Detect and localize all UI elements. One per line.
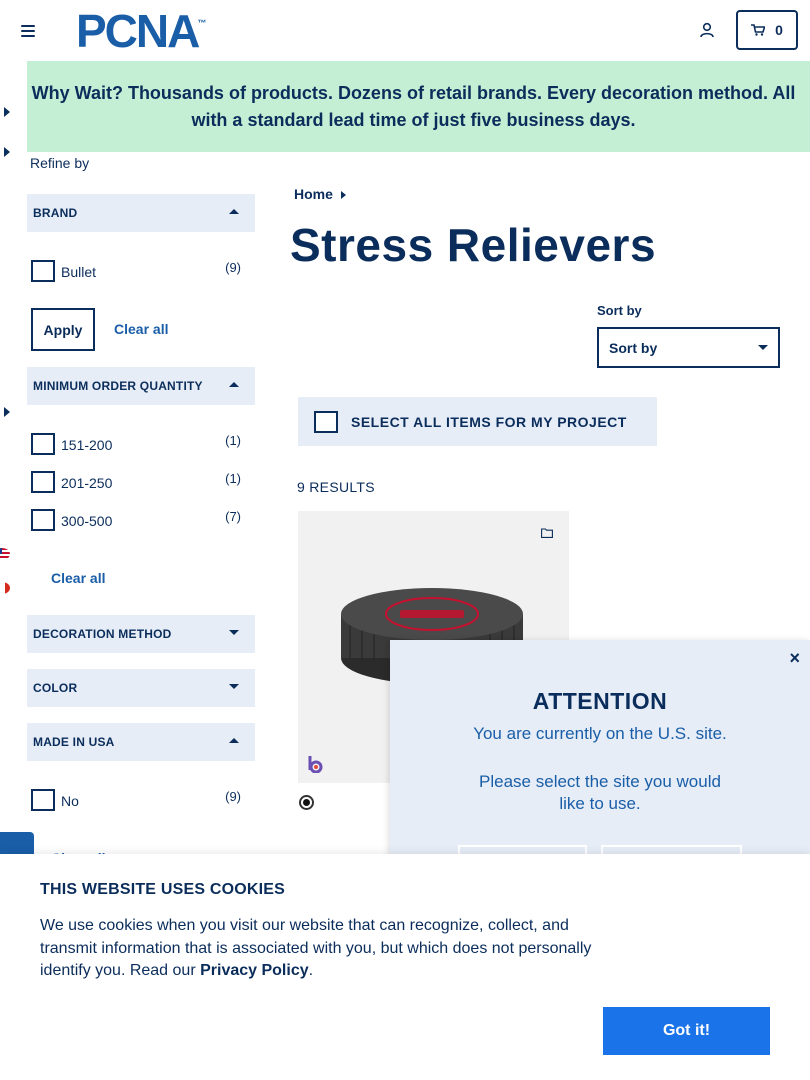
us-flag-icon[interactable] (0, 548, 10, 560)
got-it-button[interactable]: Got it! (603, 1007, 770, 1055)
canada-flag-icon[interactable] (0, 582, 10, 594)
facet-option-count: (9) (225, 789, 241, 804)
edge-arrow-icon[interactable] (4, 107, 10, 117)
facet-option[interactable]: 201-250 (1) (31, 471, 241, 495)
facet-header-decoration[interactable]: DECORATION METHOD (27, 615, 255, 653)
pcna-logo[interactable]: PCNA ™ (76, 5, 206, 57)
caret-down-icon (229, 684, 239, 689)
sort-selected-value: Sort by (609, 340, 658, 356)
promo-banner: Why Wait? Thousands of products. Dozens … (27, 61, 810, 152)
edge-arrow-icon[interactable] (4, 147, 10, 157)
folder-icon[interactable] (541, 528, 553, 538)
close-icon[interactable]: × (789, 648, 800, 669)
caret-up-icon (229, 382, 239, 387)
facet-title: MINIMUM ORDER QUANTITY (33, 379, 203, 393)
facet-option-label: Bullet (61, 264, 97, 280)
facet-option[interactable]: 151-200 (1) (31, 433, 241, 457)
facet-header-color[interactable]: COLOR (27, 669, 255, 707)
facet-title: MADE IN USA (33, 735, 115, 749)
facet-title: DECORATION METHOD (33, 627, 172, 641)
facet-option-label: No (61, 793, 79, 809)
clear-all-link[interactable]: Clear all (51, 570, 105, 586)
facet-option-label: 151-200 (61, 437, 113, 453)
cookie-body: We use cookies when you visit our websit… (40, 917, 592, 979)
results-count: 9 RESULTS (297, 479, 375, 495)
caret-down-icon (229, 630, 239, 635)
caret-up-icon (229, 209, 239, 214)
cookie-text: We use cookies when you visit our websit… (40, 915, 610, 983)
facet-header-brand[interactable]: BRAND (27, 194, 255, 232)
sort-label: Sort by (597, 303, 642, 318)
cookie-title: THIS WEBSITE USES COOKIES (40, 881, 286, 898)
edge-arrow-icon[interactable] (4, 407, 10, 417)
logo-text: PCNA (76, 5, 200, 57)
facet-option[interactable]: Bullet (9) (31, 260, 241, 284)
menu-icon[interactable] (21, 25, 35, 37)
checkbox[interactable] (31, 260, 55, 282)
checkbox[interactable] (31, 509, 55, 531)
facet-option[interactable]: 300-500 (7) (31, 509, 241, 533)
facet-option[interactable]: No (9) (31, 789, 241, 813)
cookie-banner: THIS WEBSITE USES COOKIES We use cookies… (0, 854, 810, 1080)
checkbox[interactable] (31, 433, 55, 455)
cart-button[interactable]: 0 (736, 10, 798, 50)
facet-title: COLOR (33, 681, 78, 695)
facet-header-moq[interactable]: MINIMUM ORDER QUANTITY (27, 367, 255, 405)
checkbox[interactable] (31, 471, 55, 493)
cookie-period: . (308, 962, 314, 979)
facet-option-count: (9) (225, 260, 241, 275)
facet-option-label: 201-250 (61, 475, 113, 491)
logo-trademark: ™ (197, 18, 207, 28)
chevron-down-icon (758, 345, 768, 350)
checkbox[interactable] (31, 789, 55, 811)
privacy-policy-link[interactable]: Privacy Policy (200, 962, 309, 979)
facet-option-count: (1) (225, 471, 241, 486)
promo-text: Why Wait? Thousands of products. Dozens … (31, 82, 796, 130)
modal-message: You are currently on the U.S. site. (473, 724, 727, 743)
cart-count: 0 (775, 22, 783, 38)
color-swatch-black[interactable] (299, 795, 314, 810)
refine-label: Refine by (30, 155, 90, 171)
caret-up-icon (229, 738, 239, 743)
page-title: Stress Relievers (290, 219, 657, 271)
facet-option-count: (1) (225, 433, 241, 448)
apply-button[interactable]: Apply (31, 308, 95, 351)
cart-icon (751, 24, 766, 36)
breadcrumb: Home (294, 186, 346, 202)
breadcrumb-home[interactable]: Home (294, 186, 333, 202)
clear-all-link[interactable]: Clear all (114, 321, 168, 337)
facet-option-label: 300-500 (61, 513, 113, 529)
site-header: PCNA ™ 0 (0, 0, 810, 61)
select-all-checkbox[interactable] (314, 410, 338, 433)
chevron-right-icon (340, 190, 346, 199)
brand-b-icon (308, 756, 323, 773)
modal-title: ATTENTION (532, 688, 668, 714)
modal-message: like to use. (559, 794, 641, 813)
facet-header-made-in-usa[interactable]: MADE IN USA (27, 723, 255, 761)
facet-option-count: (7) (225, 509, 241, 524)
select-all-label: SELECT ALL ITEMS FOR MY PROJECT (351, 413, 627, 430)
modal-message: Please select the site you would (479, 772, 721, 791)
sort-select[interactable]: Sort by (597, 327, 780, 368)
facet-title: BRAND (33, 206, 78, 220)
select-all-bar[interactable]: SELECT ALL ITEMS FOR MY PROJECT (298, 397, 657, 446)
account-icon[interactable] (699, 22, 715, 38)
